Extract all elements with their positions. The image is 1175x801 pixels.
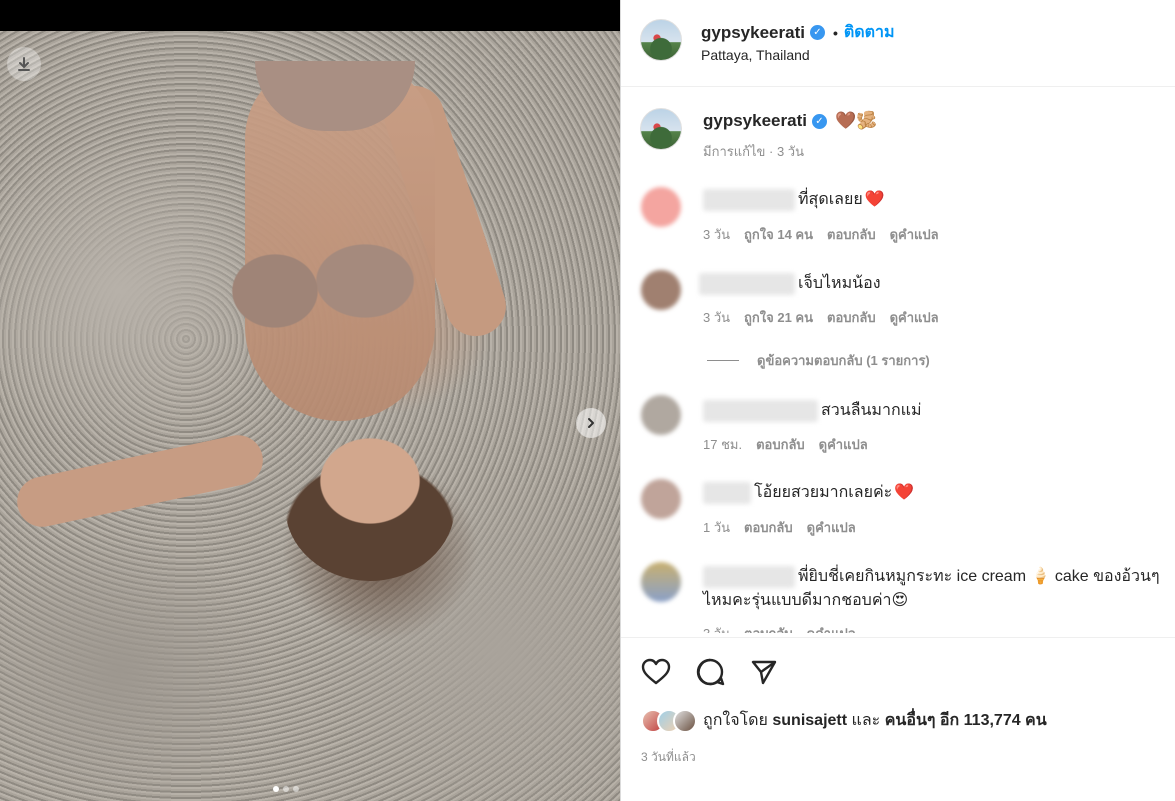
translate-button[interactable]: ดูคำแปล: [890, 307, 939, 328]
avatar[interactable]: [640, 108, 682, 150]
comment-emoji: 😍: [891, 592, 909, 609]
avatar[interactable]: [641, 187, 681, 227]
likes-summary: ถูกใจโดย sunisajett และ คนอื่นๆ อีก 113,…: [641, 708, 1047, 733]
post-timestamp[interactable]: 3 วันที่แล้ว: [641, 748, 696, 767]
commenter-username[interactable]: [703, 482, 751, 504]
caption-meta: มีการแก้ไข · 3 วัน: [703, 144, 804, 159]
comment-text-line2: ไหมคะรุ่นแบบดีมากชอบค่า: [703, 592, 892, 609]
photo-subject: [12, 61, 525, 621]
likes-middle: และ: [851, 712, 881, 729]
separator-dot: •: [832, 24, 838, 41]
download-icon[interactable]: [7, 47, 41, 81]
liker-username[interactable]: sunisajett: [772, 712, 847, 729]
avatar[interactable]: [640, 19, 682, 61]
post-header: gypsykeerati ✓ • ติดตาม Pattaya, Thailan…: [621, 0, 1175, 87]
comment-text: ที่สุดเลยย: [798, 191, 863, 208]
comment-emoji: ❤️: [894, 484, 915, 501]
comment-text: โอ้ยยสวยมากเลยค่ะ: [754, 484, 893, 501]
translate-button[interactable]: ดูคำแปล: [890, 224, 939, 245]
avatar[interactable]: [641, 270, 681, 310]
carousel-dot: [293, 786, 299, 792]
post-details-panel: gypsykeerati ✓ • ติดตาม Pattaya, Thailan…: [620, 0, 1175, 801]
likes-prefix: ถูกใจโดย: [703, 712, 768, 729]
post-photo: [0, 31, 620, 801]
comment-text: เจ็บไหมน้อง: [798, 275, 881, 292]
post-viewer: gypsykeerati ✓ • ติดตาม Pattaya, Thailan…: [0, 0, 1175, 801]
heart-icon[interactable]: [640, 656, 672, 688]
share-icon[interactable]: [748, 656, 780, 688]
comment-time: 1 วัน: [703, 520, 731, 535]
caption-username[interactable]: gypsykeerati: [703, 111, 807, 131]
comment-time: 3 วัน: [703, 227, 731, 242]
translate-button[interactable]: ดูคำแปล: [807, 623, 856, 633]
carousel-dot: [283, 786, 289, 792]
follow-button[interactable]: ติดตาม: [844, 20, 895, 45]
comment-time: 17 ชม.: [703, 437, 743, 452]
translate-button[interactable]: ดูคำแปล: [819, 434, 868, 455]
reply-button[interactable]: ตอบกลับ: [744, 517, 793, 538]
verified-icon: ✓: [811, 113, 827, 129]
avatar[interactable]: [673, 708, 697, 733]
carousel-dot: [273, 786, 279, 792]
comment-emoji: ❤️: [864, 191, 885, 208]
translate-button[interactable]: ดูคำแปล: [807, 517, 856, 538]
reply-button[interactable]: ตอบกลับ: [744, 623, 793, 633]
reply-button[interactable]: ตอบกลับ: [827, 307, 876, 328]
avatar[interactable]: [641, 479, 681, 519]
next-arrow-icon[interactable]: [576, 408, 606, 438]
reply-button[interactable]: ตอบกลับ: [827, 224, 876, 245]
commenter-username[interactable]: [699, 273, 795, 295]
post-media: [0, 0, 620, 801]
verified-icon: ✓: [809, 25, 825, 40]
commenter-username[interactable]: [703, 189, 795, 211]
view-replies-button[interactable]: ดูข้อความตอบกลับ (1 รายการ): [707, 350, 930, 371]
post-footer: ถูกใจโดย sunisajett และ คนอื่นๆ อีก 113,…: [621, 637, 1175, 801]
caption-text: 🤎🫚: [834, 111, 878, 130]
commenter-username[interactable]: [703, 400, 818, 422]
likes-count-link[interactable]: คนอื่นๆ อีก 113,774 คน: [885, 712, 1047, 729]
action-bar: [640, 656, 780, 688]
avatar[interactable]: [641, 395, 681, 435]
avatar[interactable]: [641, 562, 681, 602]
reply-button[interactable]: ตอบกลับ: [756, 434, 805, 455]
comment-icon[interactable]: [694, 656, 726, 688]
view-replies-label: ดูข้อความตอบกลับ (1 รายการ): [757, 353, 930, 368]
comment-likes[interactable]: ถูกใจ 14 คน: [744, 224, 813, 245]
comment-time: 3 วัน: [703, 310, 731, 325]
comment-likes[interactable]: ถูกใจ 21 คน: [744, 307, 813, 328]
comment-time: 3 วัน: [703, 623, 730, 633]
comment-text: สวนลืนมากแม่: [821, 402, 922, 419]
comments-list[interactable]: gypsykeerati ✓ 🤎🫚 มีการแก้ไข · 3 วัน ที่…: [621, 87, 1175, 633]
comment-text-line1: พี่ยิบชี่เคยกินหมูกระทะ ice cream 🍦 cake…: [798, 568, 1160, 585]
username-link[interactable]: gypsykeerati: [701, 23, 805, 43]
location-link[interactable]: Pattaya, Thailand: [701, 47, 810, 63]
commenter-username[interactable]: [703, 566, 795, 588]
carousel-dots: [273, 786, 299, 792]
